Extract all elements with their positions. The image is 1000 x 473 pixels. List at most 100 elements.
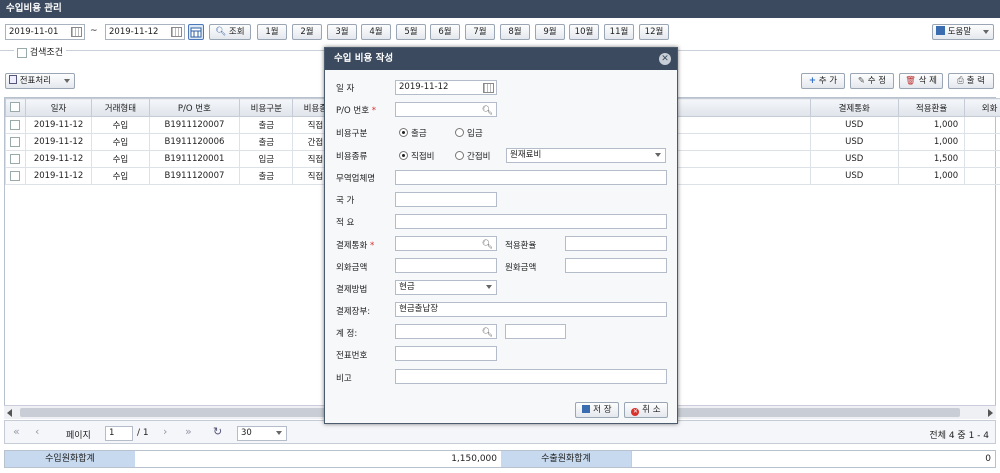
save-button[interactable]: 저 장 <box>575 402 619 418</box>
prev-page-icon[interactable]: ‹ <box>35 425 39 438</box>
month-button-4[interactable]: 4월 <box>361 24 391 40</box>
country-input[interactable] <box>395 192 497 207</box>
month-button-5[interactable]: 5월 <box>396 24 426 40</box>
month-button-11[interactable]: 11월 <box>604 24 634 40</box>
scroll-left-icon[interactable] <box>7 409 12 417</box>
calendar-picker-button[interactable] <box>188 24 204 40</box>
header-po-number[interactable]: P/O 번호 <box>148 98 241 117</box>
pay-method-label: 결제방법 <box>336 285 368 295</box>
cell-foreign <box>964 116 1000 134</box>
radio-icon[interactable] <box>455 128 464 137</box>
header-trade-type[interactable]: 거래형태 <box>91 98 150 117</box>
search-icon[interactable]: 🔍︎ <box>482 105 493 118</box>
calendar-icon[interactable] <box>483 83 494 93</box>
first-page-icon[interactable]: « <box>13 425 20 438</box>
radio-selected-icon[interactable] <box>399 128 408 137</box>
cell-cost-type: 출금 <box>239 133 294 151</box>
account-label: 계 정: <box>336 329 358 339</box>
voucher-dropdown[interactable]: 전표처리 <box>5 73 75 89</box>
calendar-icon[interactable] <box>71 27 82 37</box>
cost-type-radio-in[interactable]: 입금 <box>455 127 483 139</box>
month-button-10[interactable]: 10월 <box>569 24 599 40</box>
krw-amount-input[interactable] <box>565 258 667 273</box>
cancel-button[interactable]: ✕ 취 소 <box>624 402 668 418</box>
cost-kind-radio-direct[interactable]: 직접비 <box>399 150 434 162</box>
cost-type-radio-out[interactable]: 출금 <box>399 127 427 139</box>
row-select-cell[interactable] <box>5 133 26 151</box>
book-icon <box>936 26 945 35</box>
radio-selected-icon[interactable] <box>399 151 408 160</box>
pay-method-select[interactable]: 현금 <box>395 280 497 295</box>
row-select-cell[interactable] <box>5 167 26 185</box>
radio-icon[interactable] <box>455 151 464 160</box>
month-button-3[interactable]: 3월 <box>327 24 357 40</box>
calendar-icon[interactable] <box>171 27 182 37</box>
po-input[interactable]: 🔍︎ <box>395 102 497 117</box>
search-condition-toggle[interactable]: 검색조건 <box>14 45 66 58</box>
close-icon[interactable]: ✕ <box>659 53 671 65</box>
search-icon[interactable]: 🔍︎ <box>482 239 493 252</box>
date-from-input[interactable]: 2019-11-01 <box>5 24 85 40</box>
dialog-date-input[interactable]: 2019-11-12 <box>395 80 497 95</box>
last-page-icon[interactable]: » <box>185 425 192 438</box>
row-checkbox[interactable] <box>10 153 21 164</box>
select-all-header[interactable] <box>5 98 26 117</box>
header-date[interactable]: 일자 <box>24 98 93 117</box>
edit-button[interactable]: ✎ 수 정 <box>850 73 894 89</box>
help-dropdown[interactable]: 도움말 <box>932 24 994 40</box>
add-button[interactable]: + 추 가 <box>801 73 845 89</box>
print-button-label: 출 력 <box>966 76 985 86</box>
summary-input[interactable] <box>395 214 667 229</box>
ledger-input[interactable]: 현금출납장 <box>395 302 667 317</box>
currency-input[interactable]: 🔍︎ <box>395 236 497 251</box>
header-rate[interactable]: 적용환율 <box>897 98 966 117</box>
header-cost-type[interactable]: 비용구분 <box>239 98 294 117</box>
search-button[interactable]: 🔍︎ 조회 <box>209 24 251 40</box>
month-button-7[interactable]: 7월 <box>465 24 495 40</box>
trade-company-input[interactable] <box>395 170 667 185</box>
header-foreign[interactable]: 외화 <box>964 98 1000 117</box>
next-page-icon[interactable]: › <box>163 425 167 438</box>
select-all-checkbox[interactable] <box>10 102 21 113</box>
delete-button[interactable]: 🗑︎ 삭 제 <box>899 73 943 89</box>
month-button-12[interactable]: 12월 <box>639 24 669 40</box>
chevron-down-icon <box>64 79 70 83</box>
cost-kind-radio-indirect[interactable]: 간접비 <box>455 150 490 162</box>
month-button-8[interactable]: 8월 <box>500 24 530 40</box>
trash-icon: 🗑︎ <box>905 76 916 86</box>
row-checkbox[interactable] <box>10 119 21 130</box>
cell-po-number: B1911120007 <box>148 116 241 134</box>
cell-currency: USD <box>809 167 899 185</box>
cost-kind-select[interactable]: 원재료비 <box>506 148 666 163</box>
month-button-2[interactable]: 2월 <box>292 24 322 40</box>
month-button-1[interactable]: 1월 <box>257 24 287 40</box>
print-button[interactable]: ⎙ 출 력 <box>948 73 994 89</box>
search-icon[interactable]: 🔍︎ <box>482 327 493 340</box>
cell-cost-type: 출금 <box>239 116 294 134</box>
account-name-input[interactable] <box>505 324 566 339</box>
record-summary: 전체 4 중 1 - 4 <box>929 431 989 441</box>
search-condition-checkbox[interactable] <box>17 47 27 58</box>
month-button-9[interactable]: 9월 <box>535 24 565 40</box>
row-checkbox[interactable] <box>10 170 21 181</box>
page-input[interactable]: 1 <box>105 426 133 441</box>
pencil-icon: ✎ <box>857 76 866 86</box>
row-select-cell[interactable] <box>5 150 26 168</box>
voucher-no-input[interactable] <box>395 346 497 361</box>
row-checkbox[interactable] <box>10 136 21 147</box>
currency-label: 결제통화 * <box>336 239 374 251</box>
scroll-right-icon[interactable] <box>988 409 993 417</box>
date-to-input[interactable]: 2019-11-12 <box>105 24 185 40</box>
date-label: 일 자 <box>336 84 355 94</box>
page-size-select[interactable]: 30 <box>237 426 287 441</box>
rate-input[interactable] <box>565 236 667 251</box>
account-input[interactable]: 🔍︎ <box>395 324 497 339</box>
month-button-6[interactable]: 6월 <box>430 24 460 40</box>
foreign-amount-input[interactable] <box>395 258 497 273</box>
note-input[interactable] <box>395 369 667 384</box>
refresh-icon[interactable]: ↻ <box>213 425 222 438</box>
printer-icon: ⎙ <box>957 76 964 86</box>
row-select-cell[interactable] <box>5 116 26 134</box>
header-currency[interactable]: 결제통화 <box>809 98 899 117</box>
cell-po-number: B1911120006 <box>148 133 241 151</box>
